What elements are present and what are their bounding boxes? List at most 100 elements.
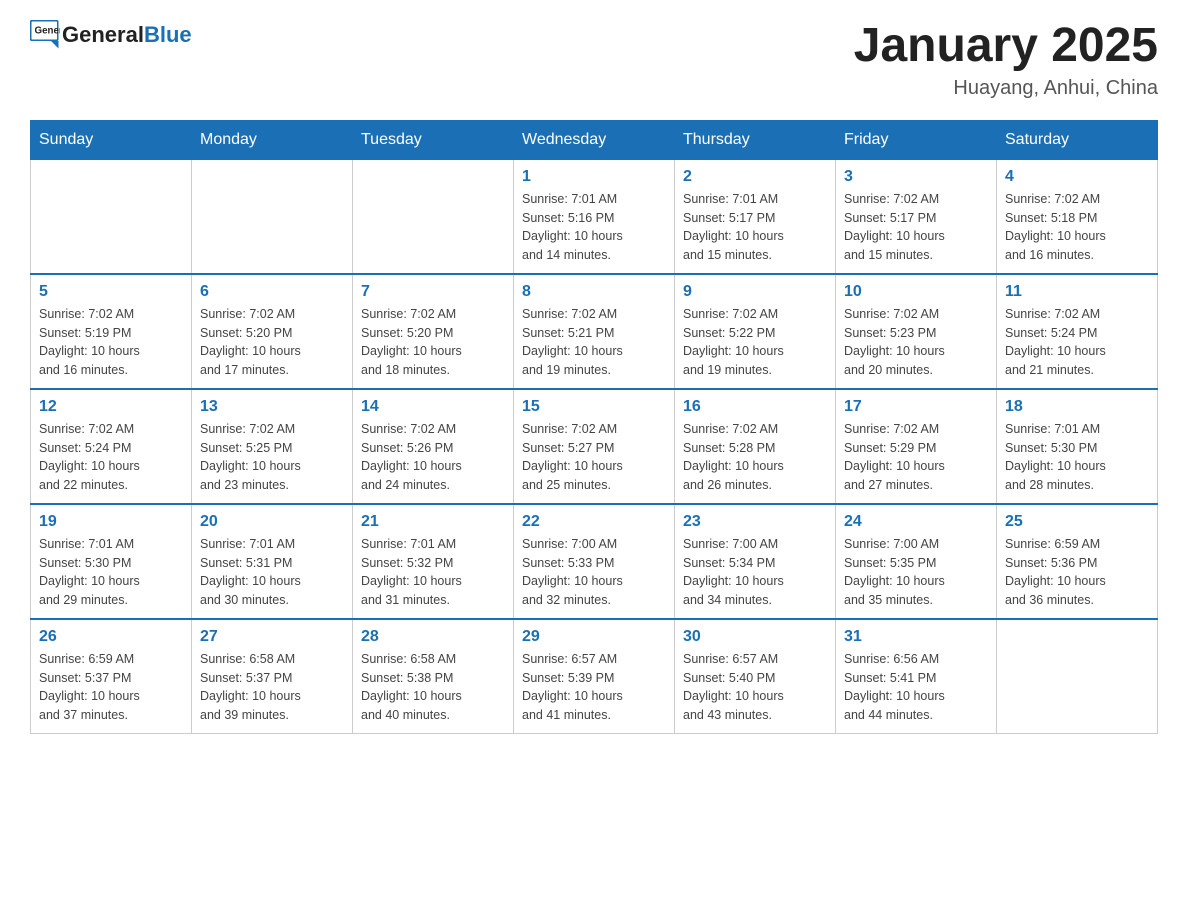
- day-cell-3: 3 Sunrise: 7:02 AMSunset: 5:17 PMDaylight…: [836, 159, 997, 274]
- day-cell-9: 9Sunrise: 7:02 AMSunset: 5:22 PMDaylight…: [675, 274, 836, 389]
- day-info: Sunrise: 6:57 AMSunset: 5:39 PMDaylight:…: [522, 650, 666, 725]
- day-cell-5: 5 Sunrise: 7:02 AMSunset: 5:19 PMDaylight…: [31, 274, 192, 389]
- day-info: Sunrise: 7:01 AMSunset: 5:31 PMDaylight:…: [200, 535, 344, 610]
- day-number: 19: [39, 513, 183, 531]
- day-number: 13: [200, 398, 344, 416]
- day-info: Sunrise: 7:02 AMSunset: 5:20 PMDaylight:…: [361, 305, 505, 380]
- week-row-1: 1 Sunrise: 7:01 AMSunset: 5:16 PMDaylight…: [31, 159, 1158, 274]
- day-info: Sunrise: 7:00 AMSunset: 5:35 PMDaylight:…: [844, 535, 988, 610]
- week-row-4: 19 Sunrise: 7:01 AMSunset: 5:30 PMDayligh…: [31, 504, 1158, 619]
- day-number: 10: [844, 283, 988, 301]
- day-number: 23: [683, 513, 827, 531]
- day-number: 25: [1005, 513, 1149, 531]
- day-info: Sunrise: 6:58 AMSunset: 5:38 PMDaylight:…: [361, 650, 505, 725]
- day-cell-28: 28 Sunrise: 6:58 AMSunset: 5:38 PMDayligh…: [353, 619, 514, 734]
- week-row-3: 12Sunrise: 7:02 AMSunset: 5:24 PMDayligh…: [31, 389, 1158, 504]
- day-cell-15: 15 Sunrise: 7:02 AMSunset: 5:27 PMDayligh…: [514, 389, 675, 504]
- day-info: Sunrise: 7:01 AMSunset: 5:30 PMDaylight:…: [1005, 420, 1149, 495]
- empty-cell: [31, 159, 192, 274]
- logo-general-text: General: [62, 22, 144, 47]
- day-info: Sunrise: 7:00 AMSunset: 5:34 PMDaylight:…: [683, 535, 827, 610]
- day-info: Sunrise: 7:02 AMSunset: 5:19 PMDaylight:…: [39, 305, 183, 380]
- day-header-saturday: Saturday: [997, 120, 1158, 159]
- day-cell-13: 13Sunrise: 7:02 AMSunset: 5:25 PMDayligh…: [192, 389, 353, 504]
- day-info: Sunrise: 7:02 AMSunset: 5:20 PMDaylight:…: [200, 305, 344, 380]
- day-info: Sunrise: 7:02 AMSunset: 5:27 PMDaylight:…: [522, 420, 666, 495]
- empty-cell: [997, 619, 1158, 734]
- week-row-2: 5 Sunrise: 7:02 AMSunset: 5:19 PMDaylight…: [31, 274, 1158, 389]
- day-cell-4: 4 Sunrise: 7:02 AMSunset: 5:18 PMDaylight…: [997, 159, 1158, 274]
- logo: General GeneralBlue: [30, 20, 192, 50]
- day-info: Sunrise: 6:59 AMSunset: 5:36 PMDaylight:…: [1005, 535, 1149, 610]
- week-row-5: 26Sunrise: 6:59 AMSunset: 5:37 PMDayligh…: [31, 619, 1158, 734]
- day-number: 9: [683, 283, 827, 301]
- day-cell-14: 14Sunrise: 7:02 AMSunset: 5:26 PMDayligh…: [353, 389, 514, 504]
- day-number: 5: [39, 283, 183, 301]
- day-number: 8: [522, 283, 666, 301]
- title-block: January 2025 Huayang, Anhui, China: [854, 20, 1158, 100]
- day-cell-21: 21Sunrise: 7:01 AMSunset: 5:32 PMDayligh…: [353, 504, 514, 619]
- day-cell-2: 2Sunrise: 7:01 AMSunset: 5:17 PMDaylight…: [675, 159, 836, 274]
- day-cell-25: 25 Sunrise: 6:59 AMSunset: 5:36 PMDayligh…: [997, 504, 1158, 619]
- day-cell-17: 17 Sunrise: 7:02 AMSunset: 5:29 PMDayligh…: [836, 389, 997, 504]
- day-cell-8: 8Sunrise: 7:02 AMSunset: 5:21 PMDaylight…: [514, 274, 675, 389]
- day-cell-1: 1 Sunrise: 7:01 AMSunset: 5:16 PMDaylight…: [514, 159, 675, 274]
- day-cell-16: 16Sunrise: 7:02 AMSunset: 5:28 PMDayligh…: [675, 389, 836, 504]
- day-number: 17: [844, 398, 988, 416]
- day-cell-10: 10 Sunrise: 7:02 AMSunset: 5:23 PMDayligh…: [836, 274, 997, 389]
- day-number: 4: [1005, 168, 1149, 186]
- day-info: Sunrise: 7:02 AMSunset: 5:18 PMDaylight:…: [1005, 190, 1149, 265]
- day-number: 30: [683, 628, 827, 646]
- day-number: 24: [844, 513, 988, 531]
- day-info: Sunrise: 7:01 AMSunset: 5:17 PMDaylight:…: [683, 190, 827, 265]
- day-info: Sunrise: 6:59 AMSunset: 5:37 PMDaylight:…: [39, 650, 183, 725]
- day-header-friday: Friday: [836, 120, 997, 159]
- day-cell-30: 30Sunrise: 6:57 AMSunset: 5:40 PMDayligh…: [675, 619, 836, 734]
- day-number: 18: [1005, 398, 1149, 416]
- day-cell-22: 22 Sunrise: 7:00 AMSunset: 5:33 PMDayligh…: [514, 504, 675, 619]
- day-number: 28: [361, 628, 505, 646]
- day-cell-24: 24 Sunrise: 7:00 AMSunset: 5:35 PMDayligh…: [836, 504, 997, 619]
- day-header-monday: Monday: [192, 120, 353, 159]
- day-cell-12: 12Sunrise: 7:02 AMSunset: 5:24 PMDayligh…: [31, 389, 192, 504]
- day-cell-26: 26Sunrise: 6:59 AMSunset: 5:37 PMDayligh…: [31, 619, 192, 734]
- day-number: 29: [522, 628, 666, 646]
- day-number: 1: [522, 168, 666, 186]
- day-number: 3: [844, 168, 988, 186]
- day-header-tuesday: Tuesday: [353, 120, 514, 159]
- empty-cell: [192, 159, 353, 274]
- day-header-sunday: Sunday: [31, 120, 192, 159]
- day-number: 22: [522, 513, 666, 531]
- day-cell-6: 6 Sunrise: 7:02 AMSunset: 5:20 PMDaylight…: [192, 274, 353, 389]
- day-info: Sunrise: 7:01 AMSunset: 5:16 PMDaylight:…: [522, 190, 666, 265]
- day-number: 6: [200, 283, 344, 301]
- empty-cell: [353, 159, 514, 274]
- day-info: Sunrise: 7:02 AMSunset: 5:28 PMDaylight:…: [683, 420, 827, 495]
- month-title: January 2025: [854, 20, 1158, 73]
- location: Huayang, Anhui, China: [854, 77, 1158, 100]
- day-info: Sunrise: 7:01 AMSunset: 5:30 PMDaylight:…: [39, 535, 183, 610]
- calendar-table: SundayMondayTuesdayWednesdayThursdayFrid…: [30, 120, 1158, 734]
- day-info: Sunrise: 7:00 AMSunset: 5:33 PMDaylight:…: [522, 535, 666, 610]
- day-number: 20: [200, 513, 344, 531]
- day-info: Sunrise: 7:02 AMSunset: 5:23 PMDaylight:…: [844, 305, 988, 380]
- day-number: 15: [522, 398, 666, 416]
- page-header: General GeneralBlue January 2025 Huayang…: [30, 20, 1158, 100]
- day-cell-18: 18 Sunrise: 7:01 AMSunset: 5:30 PMDayligh…: [997, 389, 1158, 504]
- day-cell-11: 11Sunrise: 7:02 AMSunset: 5:24 PMDayligh…: [997, 274, 1158, 389]
- day-info: Sunrise: 7:02 AMSunset: 5:17 PMDaylight:…: [844, 190, 988, 265]
- svg-text:General: General: [35, 26, 61, 37]
- day-number: 14: [361, 398, 505, 416]
- day-cell-19: 19 Sunrise: 7:01 AMSunset: 5:30 PMDayligh…: [31, 504, 192, 619]
- logo-blue-text: Blue: [144, 22, 192, 47]
- day-header-thursday: Thursday: [675, 120, 836, 159]
- day-info: Sunrise: 7:02 AMSunset: 5:24 PMDaylight:…: [39, 420, 183, 495]
- day-cell-31: 31Sunrise: 6:56 AMSunset: 5:41 PMDayligh…: [836, 619, 997, 734]
- day-number: 31: [844, 628, 988, 646]
- days-header-row: SundayMondayTuesdayWednesdayThursdayFrid…: [31, 120, 1158, 159]
- day-number: 21: [361, 513, 505, 531]
- day-header-wednesday: Wednesday: [514, 120, 675, 159]
- day-info: Sunrise: 6:58 AMSunset: 5:37 PMDaylight:…: [200, 650, 344, 725]
- logo-icon: General: [30, 20, 60, 50]
- day-info: Sunrise: 7:02 AMSunset: 5:29 PMDaylight:…: [844, 420, 988, 495]
